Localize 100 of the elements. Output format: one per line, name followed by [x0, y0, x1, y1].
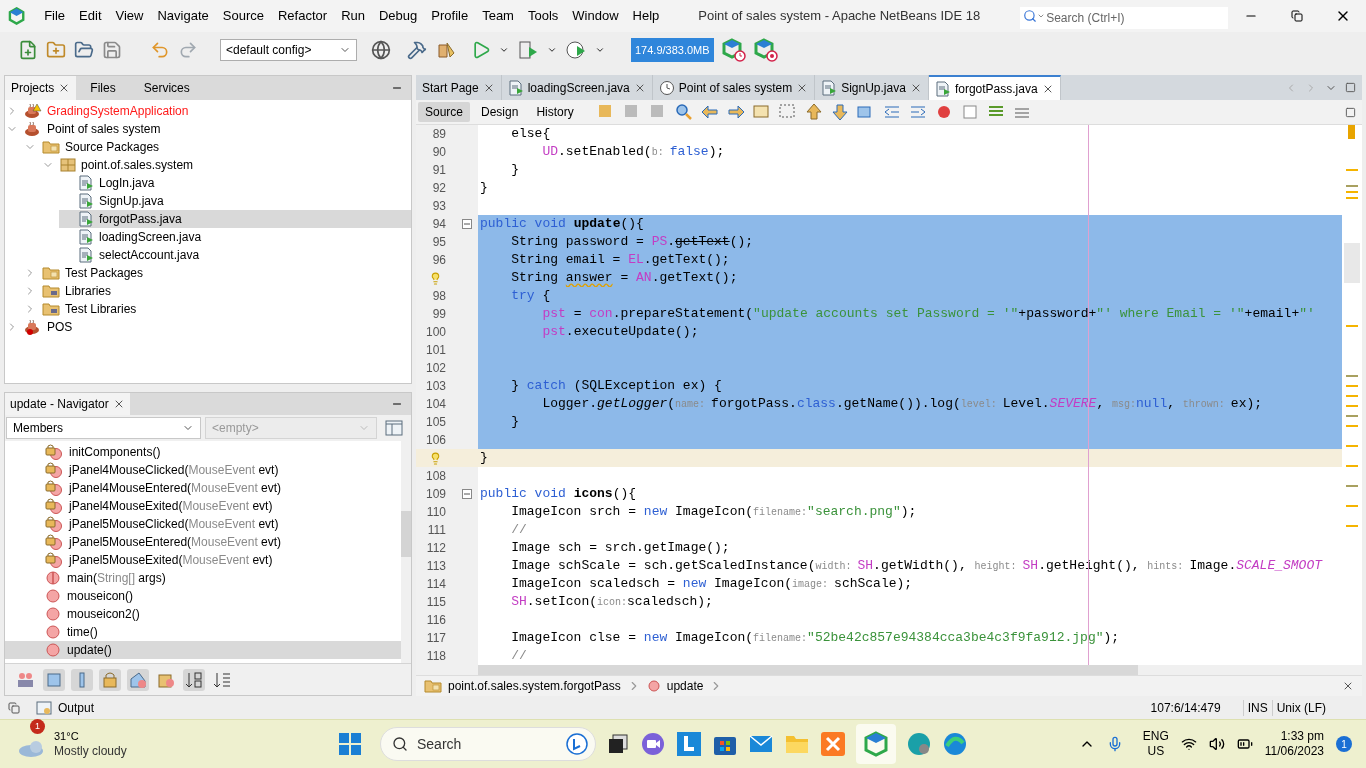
mode-tab[interactable]: History [529, 102, 581, 122]
tree-item[interactable]: LogIn.java [59, 174, 411, 192]
member-item[interactable]: jPanel4MouseExited(MouseEvent evt) [5, 497, 401, 515]
chat-assistant-icon[interactable] [566, 733, 588, 755]
tree-item[interactable]: Test Packages [23, 264, 411, 282]
taskbar-search-field[interactable]: Search [380, 727, 596, 761]
caret-icon[interactable] [595, 45, 605, 55]
editor-tab[interactable]: forgotPass.java [928, 75, 1061, 100]
search-field[interactable]: Search (Ctrl+I) [1020, 7, 1228, 29]
menu-item[interactable]: Refactor [271, 0, 335, 32]
profile-icon[interactable] [565, 39, 587, 61]
mode-tab[interactable]: Design [474, 102, 526, 122]
lightbulb-icon[interactable] [429, 271, 442, 285]
tree-item[interactable]: selectAccount.java [59, 246, 411, 264]
member-item[interactable]: time() [5, 623, 401, 641]
member-item[interactable]: mouseicon() [5, 587, 401, 605]
xampp-icon[interactable] [820, 731, 846, 757]
menu-item[interactable]: Debug [372, 0, 425, 32]
close-icon[interactable] [1342, 680, 1354, 692]
clock-date[interactable]: 11/06/2023 [1264, 744, 1324, 759]
profiler-icon[interactable] [721, 38, 746, 62]
save-icon[interactable] [102, 40, 122, 60]
debug-icon[interactable] [517, 39, 539, 61]
lock-toggle-icon[interactable] [99, 668, 121, 691]
fold-icon[interactable] [462, 489, 472, 499]
menu-item[interactable]: Help [625, 0, 667, 32]
video-chat-icon[interactable] [640, 731, 666, 757]
output-tab[interactable]: Output [36, 699, 95, 717]
scrollbar-thumb[interactable] [478, 665, 1138, 675]
menu-item[interactable]: Tools [520, 0, 566, 32]
square-toggle-icon[interactable] [43, 668, 65, 691]
breadcrumb-item[interactable]: point.of.sales.system.forgotPass [448, 677, 621, 695]
undo-icon[interactable] [150, 40, 170, 60]
menu-item[interactable]: Team [475, 0, 521, 32]
battery-icon[interactable] [1236, 736, 1253, 752]
split-icon[interactable] [1345, 106, 1356, 118]
input-region[interactable]: US [1147, 744, 1165, 759]
tree-item[interactable]: Source Packages [23, 138, 411, 156]
memory-meter[interactable]: 174.9/383.0MB [631, 38, 714, 62]
tree-item[interactable]: point.of.sales.system [41, 156, 411, 174]
open-project-icon[interactable] [74, 40, 94, 60]
clock-time[interactable]: 1:33 pm [1280, 729, 1324, 744]
lightbulb-icon[interactable] [429, 451, 442, 465]
run-icon[interactable] [471, 40, 491, 60]
tree-item[interactable]: Point of sales system [5, 120, 411, 138]
maximize-icon[interactable] [1345, 82, 1356, 93]
redo-icon[interactable] [178, 40, 198, 60]
window-layout-icon[interactable] [385, 420, 403, 436]
tree-item[interactable]: loadingScreen.java [59, 228, 411, 246]
member-item[interactable]: jPanel4MouseClicked(MouseEvent evt) [5, 461, 401, 479]
member-item[interactable]: update() [5, 641, 401, 659]
members-dropdown[interactable]: Members [6, 417, 201, 439]
stop-profiler-icon[interactable] [753, 38, 778, 62]
sort-alpha-icon[interactable] [183, 668, 205, 691]
member-item[interactable]: jPanel5MouseEntered(MouseEvent evt) [5, 533, 401, 551]
new-project-icon[interactable] [46, 40, 66, 60]
tree-item[interactable]: GradingSystemApplication [5, 102, 411, 120]
restore-icon[interactable] [8, 702, 20, 714]
config-dropdown[interactable]: <default config> [220, 39, 357, 61]
member-item[interactable]: mouseicon2() [5, 605, 401, 623]
inherited-toggle-icon[interactable] [127, 668, 149, 691]
scrollbar-thumb[interactable] [401, 511, 411, 557]
menu-item[interactable]: Window [565, 0, 626, 32]
menu-item[interactable]: Profile [424, 0, 476, 32]
windows-start-icon[interactable] [338, 732, 362, 756]
hammer-icon[interactable] [407, 40, 427, 60]
member-item[interactable]: jPanel5MouseClicked(MouseEvent evt) [5, 515, 401, 533]
menu-item[interactable]: Run [334, 0, 372, 32]
app-icon[interactable] [676, 731, 702, 757]
tree-item[interactable]: Libraries [23, 282, 411, 300]
member-item[interactable]: jPanel5MouseExited(MouseEvent evt) [5, 551, 401, 569]
panel-tab[interactable]: update - Navigator [5, 393, 130, 415]
netbeans-taskbar-button[interactable] [856, 724, 896, 764]
member-item[interactable]: initComponents() [5, 443, 401, 461]
panel-tab[interactable]: Projects [5, 76, 77, 100]
menu-item[interactable]: Edit [72, 0, 109, 32]
notification-badge[interactable]: 1 [1336, 736, 1352, 752]
menu-item[interactable]: Source [215, 0, 271, 32]
volume-icon[interactable] [1208, 736, 1225, 752]
menu-item[interactable]: Navigate [150, 0, 216, 32]
caret-icon[interactable] [499, 45, 509, 55]
tree-item[interactable]: forgotPass.java [59, 210, 411, 228]
tree-item[interactable]: SignUp.java [59, 192, 411, 210]
menu-item[interactable]: View [108, 0, 151, 32]
fold-icon[interactable] [462, 219, 472, 229]
member-item[interactable]: main(String[] args) [5, 569, 401, 587]
browser-icon[interactable] [942, 731, 968, 757]
caret-icon[interactable] [547, 45, 557, 55]
mode-tab[interactable]: Source [418, 102, 471, 122]
wifi-icon[interactable] [1180, 736, 1197, 752]
browser-profile-icon[interactable] [906, 731, 932, 757]
field-toggle-icon[interactable] [71, 668, 93, 691]
globe-icon[interactable] [371, 40, 391, 60]
breadcrumb-item[interactable]: update [666, 677, 704, 695]
tree-item[interactable]: POS [5, 318, 411, 336]
menu-item[interactable]: File [37, 0, 73, 32]
new-file-icon[interactable] [18, 40, 38, 60]
input-language[interactable]: ENG [1142, 729, 1169, 744]
tree-item[interactable]: Test Libraries [23, 300, 411, 318]
task-view-icon[interactable] [606, 732, 630, 756]
